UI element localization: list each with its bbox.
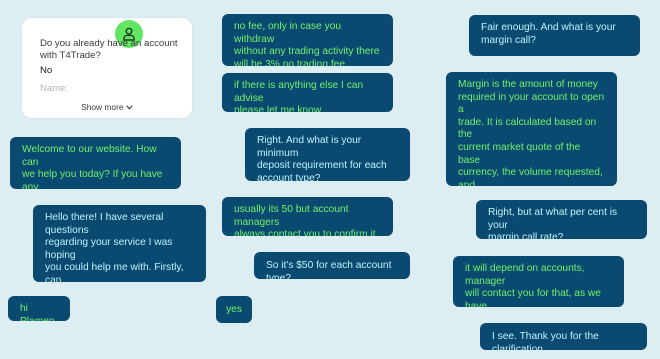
- chat-message-agent: usually its 50 but account managers alwa…: [222, 197, 393, 236]
- form-answer: No: [40, 65, 53, 76]
- chat-message-agent: yes: [216, 296, 252, 323]
- chat-message-user: I see. Thank you for the clarification.: [480, 323, 647, 350]
- chat-message-user: Right, but at what per cent is your marg…: [476, 200, 647, 239]
- chat-message-agent: no fee, only in case you withdraw withou…: [222, 14, 393, 66]
- chat-message-agent: Margin is the amount of money required i…: [446, 72, 617, 186]
- name-field[interactable]: [40, 80, 180, 96]
- chat-message-agent: it will depend on accounts, manager will…: [453, 256, 624, 307]
- show-more-button[interactable]: Show more: [22, 102, 192, 112]
- chat-message-agent: Welcome to our website. How can we help …: [10, 137, 181, 189]
- chat-message-user: So it's $50 for each account type?: [254, 252, 410, 279]
- form-question: Do you already have an account with T4Tr…: [40, 38, 178, 62]
- chat-message-user: Hello there! I have several questions re…: [33, 205, 206, 282]
- chat-message-user: Fair enough. And what is your margin cal…: [469, 15, 640, 56]
- chevron-down-icon: [126, 105, 133, 110]
- chat-message-agent: if there is anything else I can advise p…: [222, 73, 393, 112]
- chat-message-user: Right. And what is your minimum deposit …: [245, 128, 410, 181]
- prechat-form-card: Do you already have an account with T4Tr…: [22, 18, 192, 118]
- show-more-label: Show more: [81, 102, 124, 112]
- chat-message-agent: hi Plamen: [8, 296, 70, 321]
